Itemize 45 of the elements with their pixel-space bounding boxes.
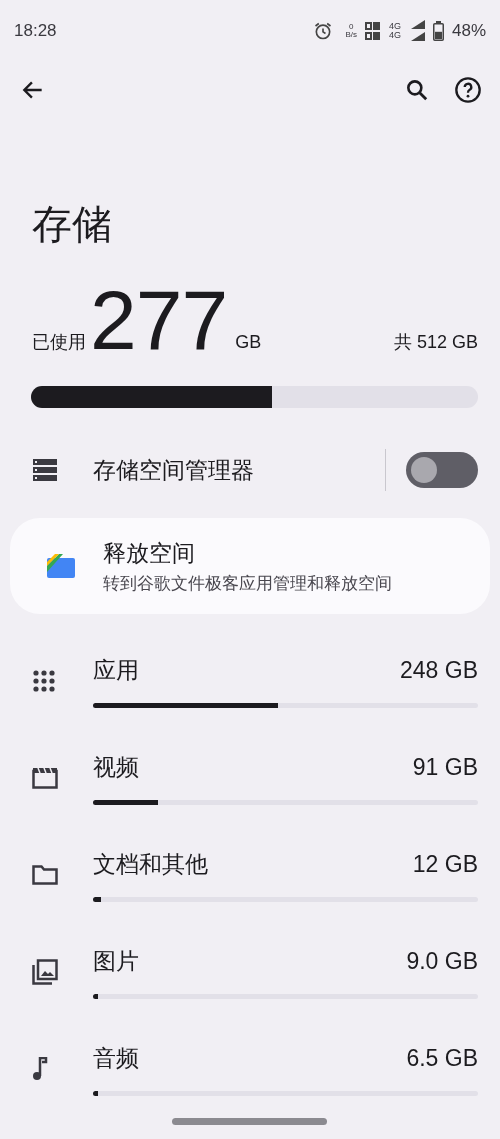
category-size: 9.0 GB [406, 946, 478, 976]
storage-category-row[interactable]: 视频 91 GB [0, 729, 500, 826]
used-label: 已使用 [32, 331, 86, 354]
battery-percent: 48% [451, 20, 486, 43]
search-button[interactable] [404, 77, 430, 103]
used-unit: GB [235, 331, 262, 354]
folder-icon [32, 863, 58, 886]
used-amount: 277 [90, 278, 228, 362]
free-space-card[interactable]: 释放空间 转到谷歌文件极客应用管理和释放空间 [10, 518, 490, 614]
search-icon [404, 77, 430, 103]
battery-icon [432, 21, 444, 41]
page-title: 存储 [32, 201, 113, 248]
storage-category-row[interactable]: 图片 9.0 GB [0, 923, 500, 1020]
net-speed-unit: B/s [345, 31, 357, 39]
help-button[interactable] [454, 76, 482, 104]
category-size: 12 GB [412, 849, 478, 879]
net-speed: 0 [348, 23, 354, 31]
help-icon [454, 76, 482, 104]
image-icon [32, 958, 58, 985]
category-label: 视频 [93, 752, 139, 782]
category-size: 91 GB [412, 752, 478, 782]
category-label: 应用 [93, 655, 139, 685]
apps-grid-icon [32, 668, 56, 693]
film-icon [32, 766, 58, 789]
category-size: 6.5 GB [406, 1043, 478, 1073]
network-type: 4G [388, 22, 401, 31]
music-note-icon [32, 1056, 48, 1081]
storage-category-row[interactable]: 音频 6.5 GB [0, 1020, 500, 1117]
network-type: 4G [388, 31, 401, 40]
category-label: 音频 [93, 1043, 139, 1073]
status-time: 18:28 [14, 20, 57, 43]
toggle-switch[interactable] [406, 452, 478, 488]
files-app-icon [47, 554, 75, 578]
category-label: 文档和其他 [93, 849, 208, 879]
storage-icon [32, 458, 58, 482]
sim-icon [364, 21, 381, 41]
total-capacity: 共 512 GB [393, 331, 478, 354]
card-subtitle: 转到谷歌文件极客应用管理和释放空间 [103, 572, 392, 595]
category-size: 248 GB [400, 655, 478, 685]
category-label: 图片 [93, 946, 139, 976]
storage-category-row[interactable]: 文档和其他 12 GB [0, 826, 500, 923]
storage-category-row[interactable]: 应用 248 GB [0, 632, 500, 729]
setting-label: 存储空间管理器 [93, 455, 254, 485]
card-title: 释放空间 [103, 539, 196, 568]
alarm-icon [313, 21, 334, 41]
